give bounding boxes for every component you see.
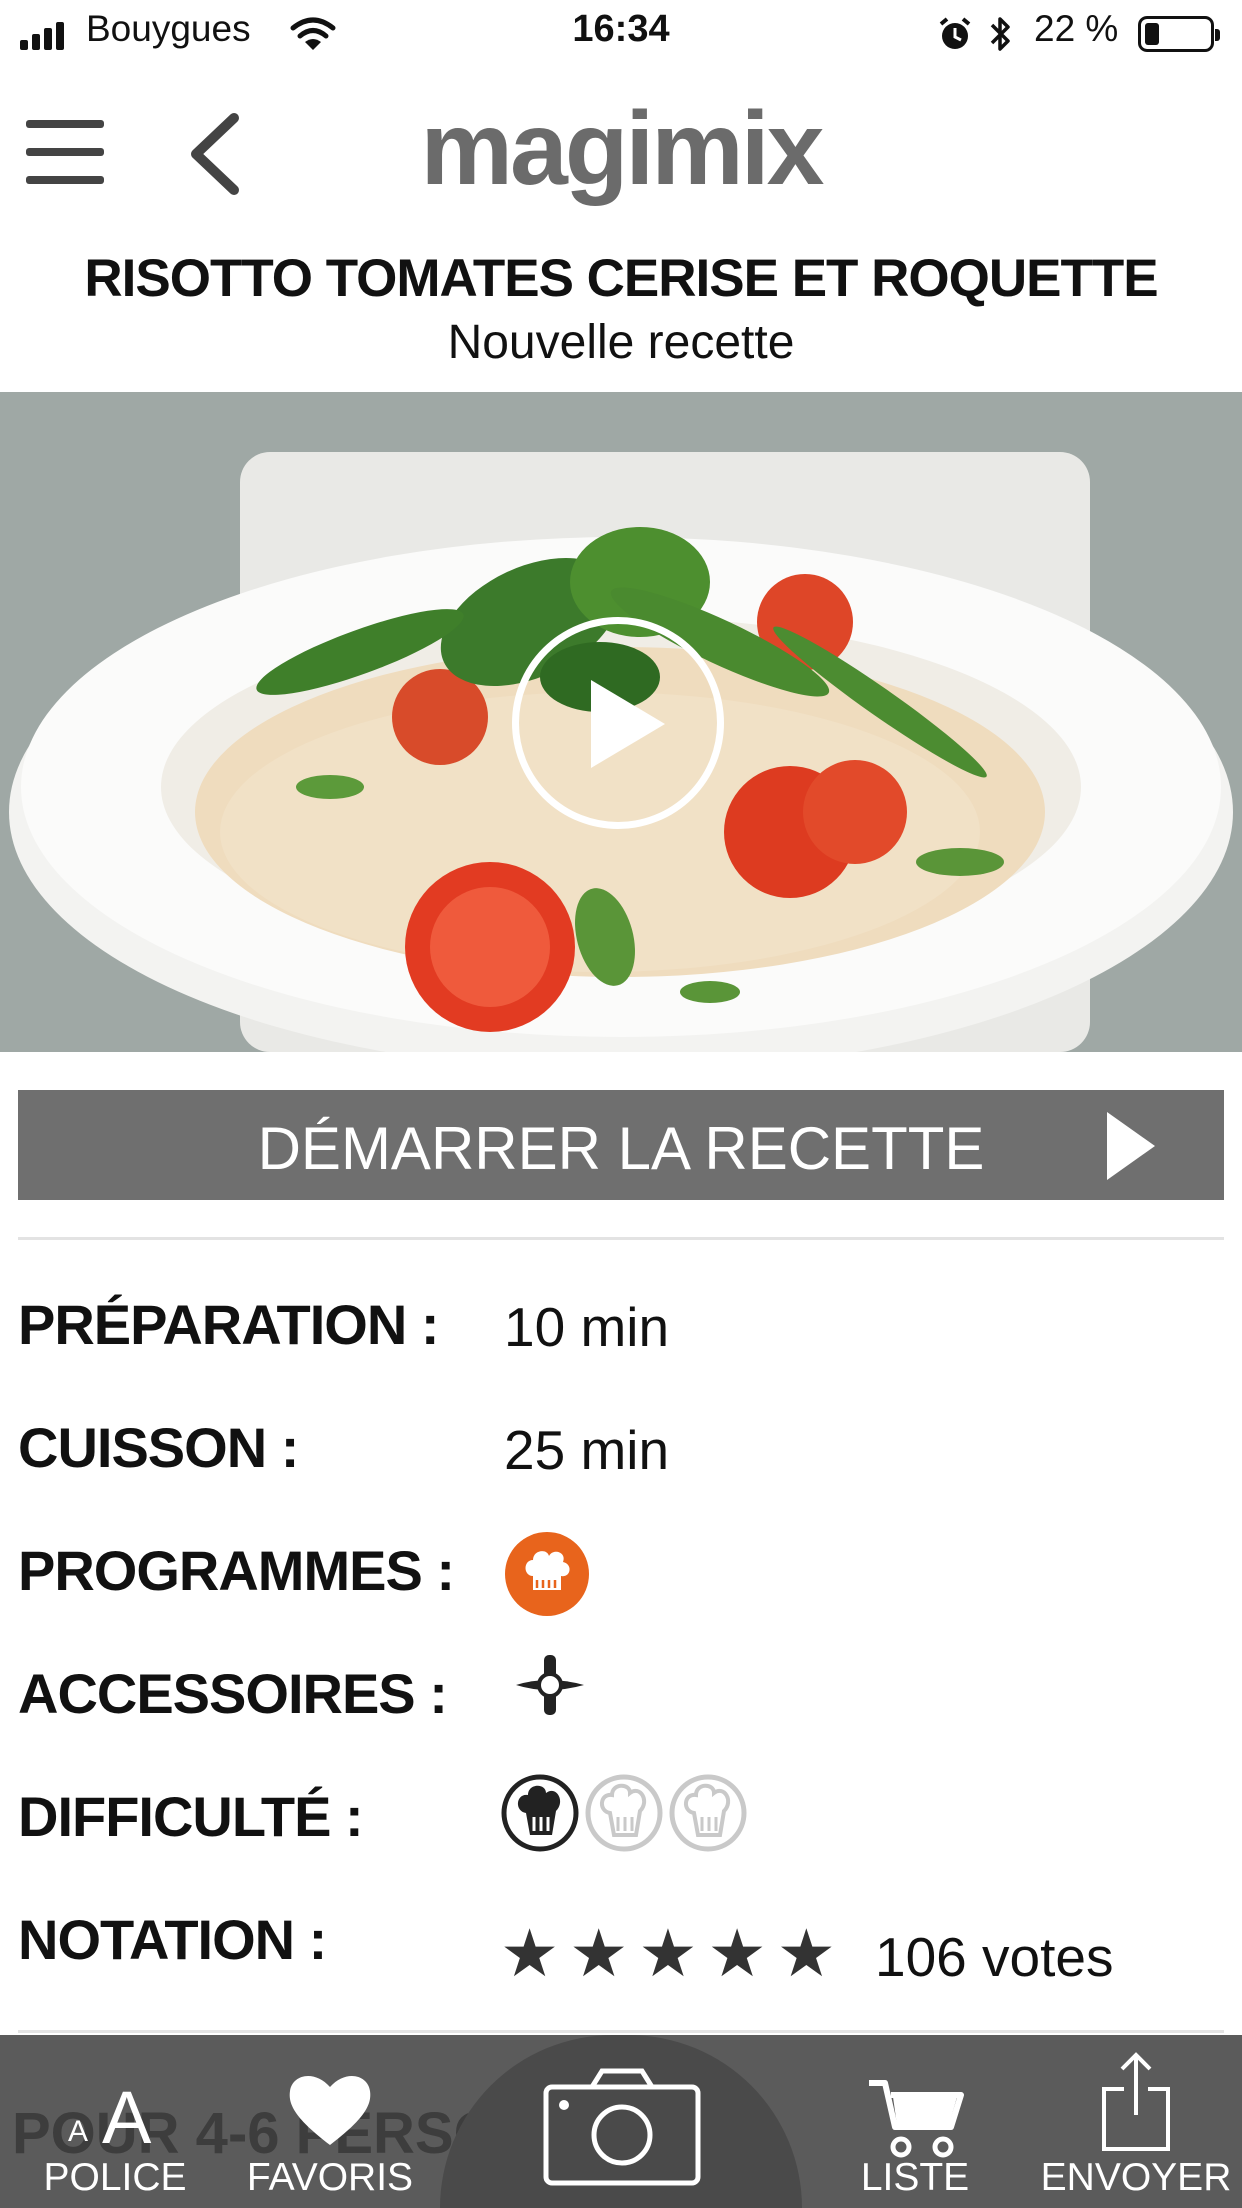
divider	[18, 1237, 1224, 1240]
difficulty-rating	[500, 1773, 750, 1855]
status-bar: Bouygues 16:34 22 %	[0, 0, 1242, 70]
tab-liste-label: LISTE	[860, 2156, 970, 2199]
recipe-subtitle: Nouvelle recette	[447, 316, 795, 369]
play-icon	[591, 680, 665, 768]
star-icon: ★	[500, 1916, 560, 1990]
notation-label: NOTATION :	[18, 1908, 327, 1971]
back-chevron-icon[interactable]	[186, 112, 242, 196]
difficulty-hat-icon	[585, 1774, 663, 1852]
star-icon: ★	[776, 1916, 836, 1990]
battery-percent: 22 %	[1034, 8, 1119, 49]
difficulty-hat-icon	[669, 1774, 747, 1852]
font-size-icon-small: A	[68, 2115, 89, 2148]
tab-favoris-label: FAVORIS	[246, 2156, 414, 2199]
star-icon: ★	[569, 1916, 629, 1990]
bluetooth-icon	[990, 17, 1010, 51]
recipe-title: RISOTTO TOMATES CERISE ET ROQUETTE	[84, 249, 1158, 308]
tab-police-label: POLICE	[43, 2156, 187, 2199]
play-arrow-icon	[1107, 1112, 1155, 1180]
alarm-icon	[939, 17, 971, 49]
tab-camera[interactable]	[530, 2035, 712, 2208]
chef-hat-glyph	[525, 1551, 570, 1590]
preparation-label: PRÉPARATION :	[18, 1293, 439, 1356]
difficulty-hat-icon	[501, 1774, 579, 1852]
magimix-logo: magimix	[420, 91, 825, 207]
menu-icon[interactable]	[26, 120, 104, 186]
tab-favoris[interactable]: FAVORIS	[240, 2035, 420, 2208]
tab-police[interactable]: A A POLICE	[20, 2035, 210, 2208]
start-recipe-label: DÉMARRER LA RECETTE	[257, 1115, 985, 1182]
cuisson-value: 25 min	[504, 1419, 670, 1481]
share-icon	[1102, 2052, 1170, 2151]
play-video-button[interactable]	[512, 617, 724, 829]
votes-count: 106 votes	[875, 1926, 1114, 1988]
chef-hat-icon[interactable]	[505, 1532, 589, 1616]
battery-icon	[1138, 16, 1220, 52]
cuisson-label: CUISSON :	[18, 1416, 299, 1479]
accessoires-label: ACCESSOIRES :	[18, 1662, 448, 1725]
tab-liste[interactable]: LISTE	[830, 2035, 1000, 2208]
blade-icon[interactable]	[510, 1651, 590, 1719]
star-icon: ★	[707, 1916, 767, 1990]
font-size-icon: A	[102, 2076, 152, 2159]
divider	[18, 2030, 1224, 2033]
star-rating[interactable]: ★ ★ ★ ★ ★	[500, 1915, 846, 1992]
tab-envoyer[interactable]: ENVOYER	[1038, 2035, 1234, 2208]
preparation-value: 10 min	[504, 1296, 670, 1358]
camera-icon	[543, 2068, 701, 2186]
star-icon: ★	[638, 1916, 698, 1990]
programmes-label: PROGRAMMES :	[18, 1539, 455, 1602]
cart-icon	[869, 2080, 964, 2158]
difficulte-label: DIFFICULTÉ :	[18, 1785, 364, 1848]
start-recipe-button[interactable]: DÉMARRER LA RECETTE	[18, 1090, 1224, 1200]
heart-icon	[289, 2075, 371, 2145]
tab-envoyer-label: ENVOYER	[1040, 2156, 1232, 2199]
